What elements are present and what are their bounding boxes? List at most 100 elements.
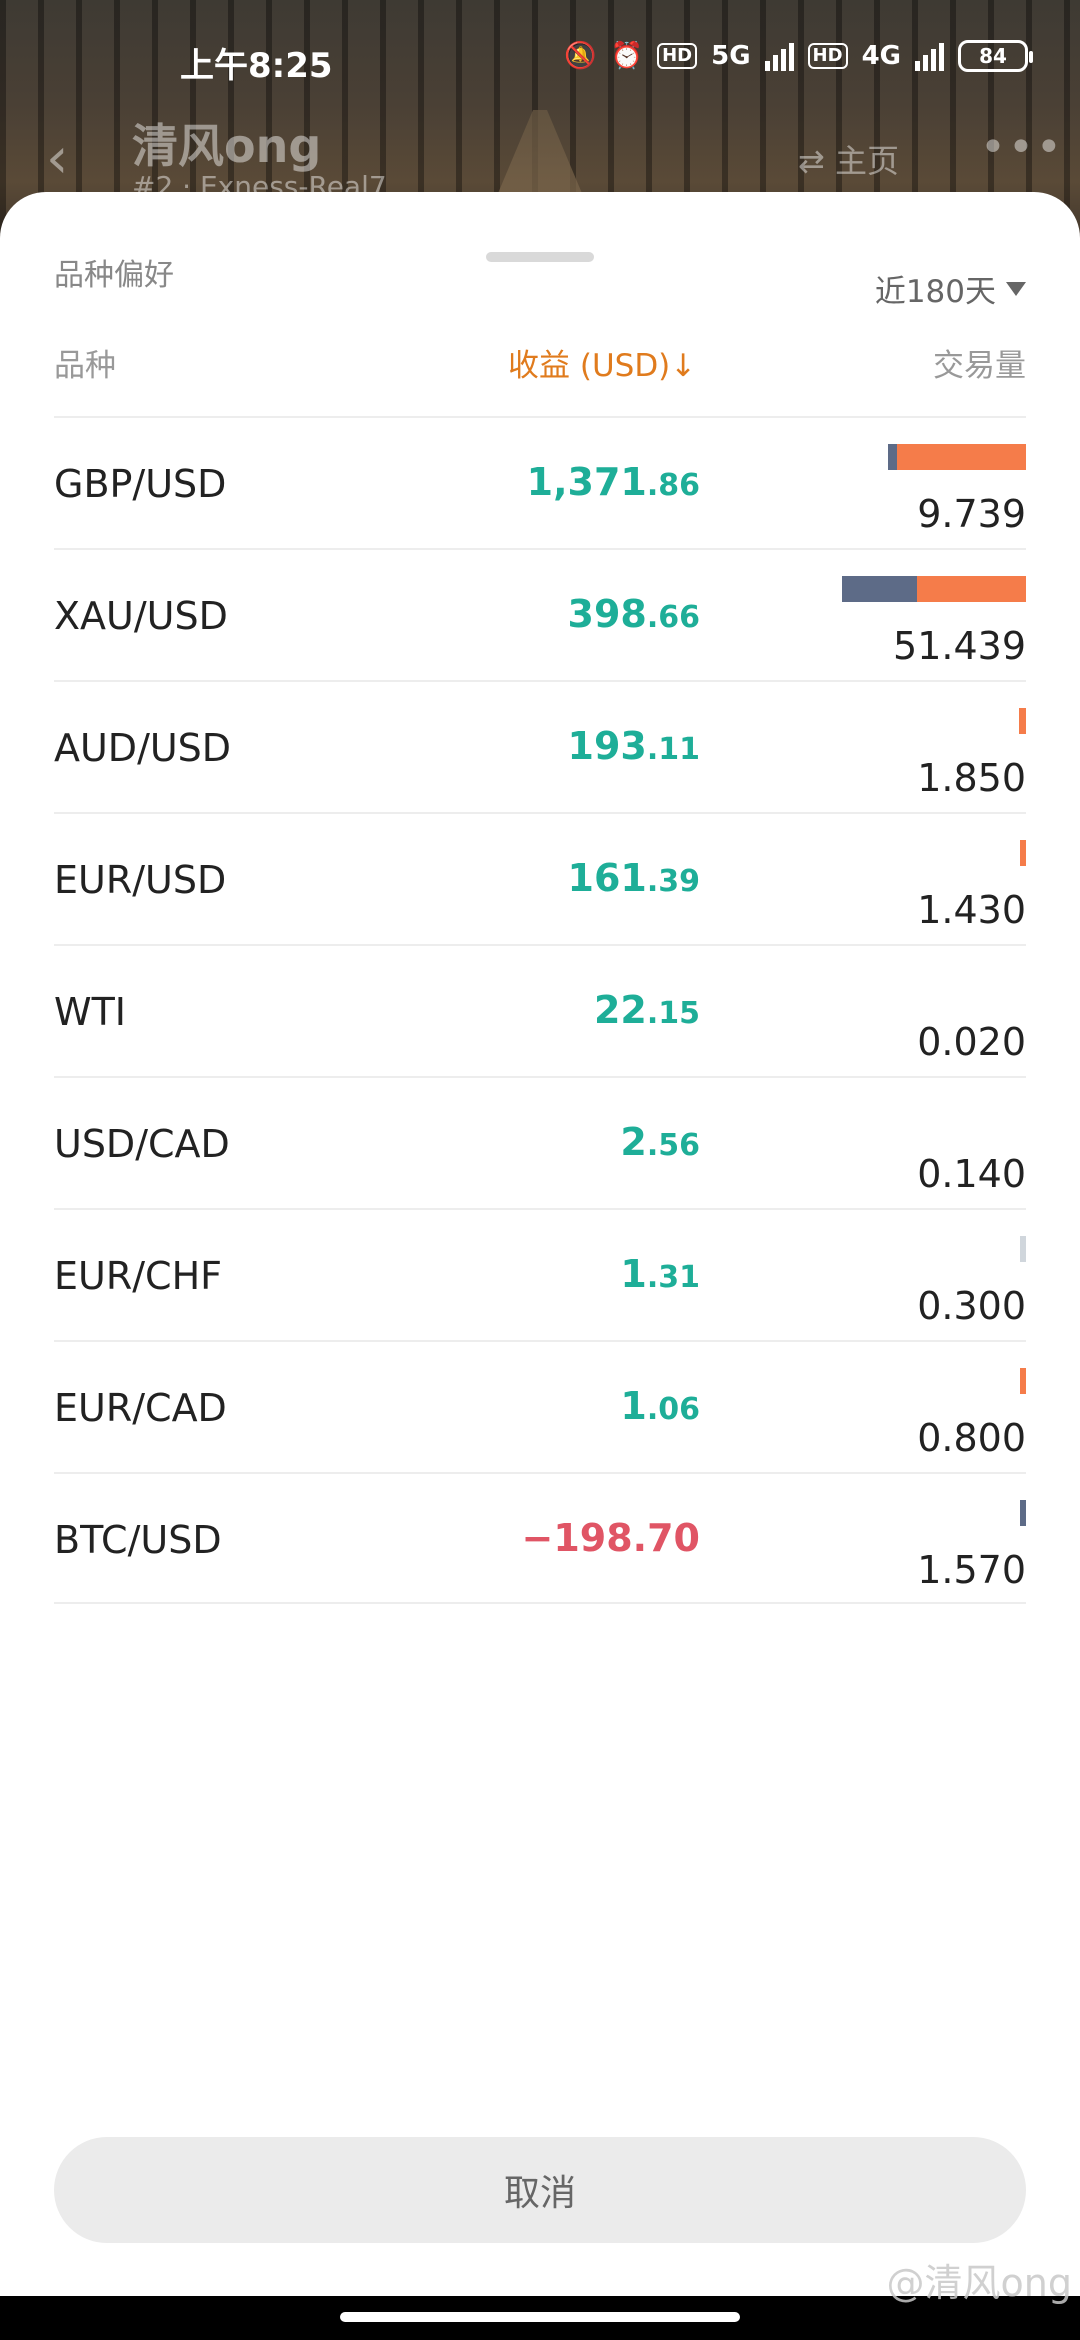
battery-level: 84 bbox=[979, 44, 1007, 68]
period-selector[interactable]: 近180天 bbox=[875, 266, 1026, 311]
home-indicator[interactable] bbox=[340, 2312, 740, 2322]
profit-integer: 161 bbox=[567, 856, 647, 900]
table-row[interactable]: USD/CAD 2.56 0.140 bbox=[54, 1076, 1026, 1208]
volume-bar bbox=[1020, 840, 1026, 866]
caret-down-icon bbox=[1006, 281, 1026, 296]
table-row[interactable]: EUR/CHF 1.31 0.300 bbox=[54, 1208, 1026, 1340]
profit-integer: 193 bbox=[567, 724, 647, 768]
battery-icon: 84 bbox=[958, 40, 1033, 72]
symbol-name: BTC/USD bbox=[54, 1518, 222, 1562]
profit-value: 398.66 bbox=[568, 592, 700, 636]
sheet-drag-handle[interactable] bbox=[486, 252, 594, 262]
volume-bar-buy bbox=[842, 576, 917, 602]
signal-icon-2 bbox=[915, 41, 944, 71]
back-icon[interactable]: ‹ bbox=[46, 126, 68, 191]
volume-bar bbox=[1019, 708, 1026, 734]
volume-value: 51.439 bbox=[893, 624, 1026, 668]
volume-value: 0.020 bbox=[917, 1020, 1026, 1064]
symbol-name: USD/CAD bbox=[54, 1122, 230, 1166]
status-icons: 🔕 ⏰ HD 5G HD 4G 84 bbox=[564, 40, 1033, 72]
symbol-name: EUR/USD bbox=[54, 858, 227, 902]
symbol-name: EUR/CAD bbox=[54, 1386, 227, 1430]
symbol-name: XAU/USD bbox=[54, 594, 228, 638]
volume-bar bbox=[1020, 1368, 1026, 1394]
volume-bar-sell bbox=[1020, 1368, 1026, 1394]
volume-bar bbox=[1020, 1500, 1026, 1526]
profit-decimal: .06 bbox=[646, 1392, 700, 1427]
profit-decimal: .39 bbox=[646, 864, 700, 899]
volume-value: 0.140 bbox=[917, 1152, 1026, 1196]
volume-value: 1.850 bbox=[917, 756, 1026, 800]
status-bar: 上午8:25 🔕 ⏰ HD 5G HD 4G 84 bbox=[0, 30, 1080, 90]
swap-icon: ⇄ bbox=[798, 142, 835, 180]
volume-value: 0.300 bbox=[917, 1284, 1026, 1328]
home-label: 主页 bbox=[834, 142, 899, 180]
volume-bar-sell bbox=[1020, 840, 1026, 866]
profit-integer: 1,371 bbox=[526, 460, 647, 504]
profit-decimal: .86 bbox=[646, 468, 700, 503]
watermark: @清风ong bbox=[886, 2261, 1072, 2305]
profit-value: 193.11 bbox=[568, 724, 700, 768]
profile-name: 清风ong bbox=[132, 119, 322, 173]
profit-integer: 1 bbox=[620, 1384, 647, 1428]
table-row[interactable]: WTI 22.15 0.020 bbox=[54, 944, 1026, 1076]
symbol-table: GBP/USD 1,371.86 9.739 XAU/USD 398.66 51.439 A… bbox=[54, 416, 1026, 1604]
volume-bar bbox=[842, 576, 1026, 602]
hd-badge-2: HD bbox=[807, 43, 848, 69]
alarm-icon: ⏰ bbox=[610, 41, 644, 71]
column-header-symbol: 品种 bbox=[54, 348, 116, 384]
symbol-name: WTI bbox=[54, 990, 126, 1034]
volume-value: 1.570 bbox=[917, 1548, 1026, 1592]
volume-value: 9.739 bbox=[917, 492, 1026, 536]
signal-icon-1 bbox=[764, 41, 794, 71]
profit-decimal: .15 bbox=[646, 996, 700, 1031]
profit-integer: 22 bbox=[593, 988, 647, 1032]
volume-bar-buy bbox=[1020, 1500, 1026, 1526]
mute-icon: 🔕 bbox=[564, 41, 597, 71]
status-time: 上午8:25 bbox=[180, 46, 333, 86]
volume-bar-sell bbox=[897, 444, 1026, 470]
volume-bar-neutral bbox=[1020, 1236, 1026, 1262]
table-row[interactable]: EUR/CAD 1.06 0.800 bbox=[54, 1340, 1026, 1472]
table-row[interactable]: XAU/USD 398.66 51.439 bbox=[54, 548, 1026, 680]
profit-integer: 398 bbox=[567, 592, 647, 636]
symbol-name: GBP/USD bbox=[54, 462, 227, 506]
volume-bar-sell bbox=[917, 576, 1026, 602]
period-label: 近180天 bbox=[874, 274, 996, 310]
profit-value: 161.39 bbox=[568, 856, 700, 900]
profit-value: 1.31 bbox=[620, 1252, 700, 1296]
profit-value: 1,371.86 bbox=[527, 460, 700, 504]
table-row[interactable]: AUD/USD 193.11 1.850 bbox=[54, 680, 1026, 812]
network-5g: 5G bbox=[711, 41, 751, 71]
cancel-button[interactable]: 取消 bbox=[54, 2137, 1026, 2243]
volume-bar-buy bbox=[888, 444, 897, 470]
volume-bar bbox=[888, 444, 1026, 470]
sheet-title: 品种偏好 bbox=[54, 258, 174, 293]
profit-value: 2.56 bbox=[620, 1120, 700, 1164]
symbol-name: EUR/CHF bbox=[54, 1254, 222, 1298]
symbol-name: AUD/USD bbox=[54, 726, 232, 770]
profit-integer: 2 bbox=[620, 1120, 647, 1164]
column-header-volume: 交易量 bbox=[933, 348, 1026, 384]
profit-integer: 1 bbox=[620, 1252, 647, 1296]
more-icon[interactable]: ••• bbox=[980, 122, 1064, 173]
volume-value: 1.430 bbox=[917, 888, 1026, 932]
profit-decimal: .31 bbox=[646, 1260, 700, 1295]
profit-value: 1.06 bbox=[620, 1384, 700, 1428]
app-bar: ‹ 清风ong #2 · Exness-Real7 ⇄ 主页 ••• bbox=[0, 100, 1080, 203]
home-button[interactable]: ⇄ 主页 bbox=[798, 136, 899, 182]
table-row[interactable]: BTC/USD −198.70 1.570 bbox=[54, 1472, 1026, 1604]
hd-badge-1: HD bbox=[657, 43, 698, 69]
profit-decimal: .66 bbox=[646, 600, 700, 635]
table-row[interactable]: EUR/USD 161.39 1.430 bbox=[54, 812, 1026, 944]
profit-value: 22.15 bbox=[594, 988, 700, 1032]
network-4g: 4G bbox=[861, 41, 901, 71]
column-header-profit-sort[interactable]: 收益 (USD)↓ bbox=[508, 340, 696, 385]
profit-integer: −198.70 bbox=[521, 1516, 700, 1560]
volume-bar-sell bbox=[1019, 708, 1026, 734]
table-row[interactable]: GBP/USD 1,371.86 9.739 bbox=[54, 416, 1026, 548]
profit-value: −198.70 bbox=[522, 1516, 700, 1560]
volume-value: 0.800 bbox=[917, 1416, 1026, 1460]
volume-bar bbox=[1020, 1236, 1026, 1262]
profit-decimal: .11 bbox=[646, 732, 700, 767]
